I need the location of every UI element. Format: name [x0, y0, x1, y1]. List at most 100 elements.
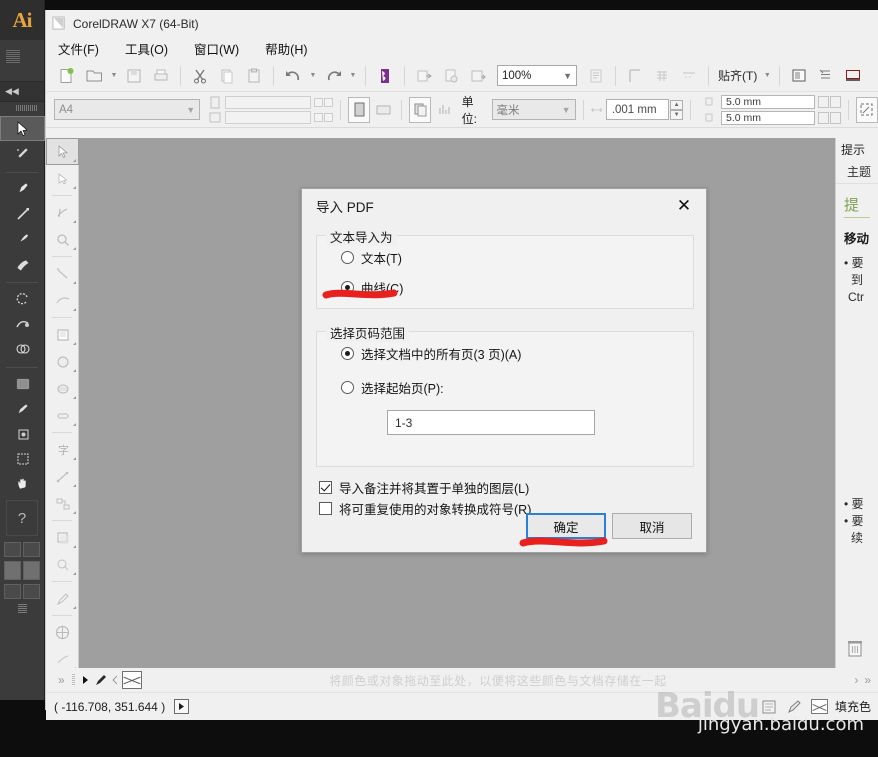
duplicate-y-row[interactable]: 5.0 mm [704, 111, 841, 125]
eyedropper-icon[interactable] [94, 673, 108, 687]
show-grid-button[interactable] [649, 63, 675, 89]
nudge-distance-spinner[interactable]: ▲▼ [670, 100, 683, 120]
edit-page-button[interactable] [856, 97, 878, 123]
print-button[interactable] [148, 63, 174, 89]
line-segment-tool[interactable] [0, 201, 45, 226]
rectangle-tool[interactable] [46, 321, 79, 348]
copy-button[interactable] [214, 63, 240, 89]
toolbar-drag-handle[interactable] [0, 102, 44, 114]
menu-file[interactable]: 文件(F) [56, 38, 101, 59]
page-width-row[interactable] [208, 96, 333, 109]
trash-icon[interactable] [846, 638, 864, 658]
page-width-spinner[interactable] [314, 98, 333, 107]
screen-mode-button[interactable] [0, 601, 44, 617]
shape-builder-tool[interactable] [0, 336, 45, 361]
outline-pen-icon[interactable] [786, 699, 804, 715]
chevron-down-icon[interactable]: ▼ [562, 105, 571, 115]
export-for-web-button[interactable] [438, 63, 464, 89]
drop-shadow-tool[interactable] [46, 524, 79, 551]
fill-swatch-small[interactable] [4, 542, 21, 557]
snap-to-label[interactable]: 贴齐(T) [715, 67, 760, 84]
stroke-swatch-small[interactable] [23, 542, 40, 557]
flyout-arrow-icon[interactable] [73, 423, 76, 426]
paintbrush-tool[interactable] [0, 226, 45, 251]
text-tool[interactable]: 字 [46, 436, 79, 463]
open-recent-chevron-down-icon[interactable]: ▼ [108, 63, 120, 89]
docker-tab-hints[interactable]: 提示 [836, 138, 878, 160]
symbol-sprayer-tool[interactable] [0, 421, 45, 446]
palette-scroll-left-icon[interactable] [110, 673, 120, 687]
undo-button[interactable] [280, 63, 306, 89]
radio-all-pages[interactable]: 选择文档中的所有页(3 页)(A) [341, 344, 521, 363]
portrait-orientation-button[interactable] [348, 97, 370, 123]
page-height-row[interactable] [208, 111, 333, 124]
crop-tool[interactable] [46, 199, 79, 226]
flyout-arrow-icon[interactable] [73, 247, 76, 250]
palette-scroll-right-icon[interactable] [80, 673, 92, 687]
flyout-arrow-icon[interactable] [73, 545, 76, 548]
paper-size-combobox[interactable]: A4 ▼ [54, 99, 200, 120]
flyout-arrow-icon[interactable] [73, 281, 76, 284]
flyout-arrow-icon[interactable] [73, 572, 76, 575]
menu-tools[interactable]: 工具(O) [123, 38, 170, 59]
checkbox-indicator[interactable] [319, 502, 332, 515]
fill-none-swatch[interactable] [811, 699, 828, 714]
paste-button[interactable] [241, 63, 267, 89]
object-manager-button[interactable] [813, 63, 839, 89]
parallel-dimension-tool[interactable] [46, 463, 79, 490]
illustrator-help-button[interactable]: ? [6, 500, 38, 536]
flyout-arrow-icon[interactable] [73, 308, 76, 311]
flyout-arrow-icon[interactable] [73, 220, 76, 223]
collapse-panel-button[interactable]: ◀◀ [0, 82, 44, 102]
menu-help[interactable]: 帮助(H) [263, 38, 309, 59]
palette-more-icon[interactable]: » [864, 673, 871, 687]
warp-tool[interactable] [0, 311, 45, 336]
stroke-swatch[interactable] [23, 561, 40, 580]
show-guidelines-button[interactable] [676, 63, 702, 89]
checkbox-convert-symbols[interactable]: 将可重复使用的对象转换成符号(R) [319, 499, 531, 518]
palette-next-icon[interactable]: › [854, 673, 858, 687]
export-button[interactable] [411, 63, 437, 89]
magic-wand-tool[interactable] [0, 141, 45, 166]
radio-page-range[interactable]: 选择起始页(P): [341, 378, 444, 397]
smart-fill-tool[interactable] [46, 287, 79, 314]
show-rulers-button[interactable] [622, 63, 648, 89]
redo-history-chevron-down-icon[interactable]: ▼ [347, 63, 359, 89]
snap-chevron-down-icon[interactable]: ▼ [761, 63, 773, 89]
ok-button[interactable]: 确定 [526, 513, 606, 539]
pick-tool[interactable] [46, 138, 79, 165]
straight-line-connector-tool[interactable] [46, 490, 79, 517]
polygon-tool[interactable] [46, 375, 79, 402]
corel-connect-button[interactable] [840, 63, 866, 89]
flyout-arrow-icon[interactable] [73, 396, 76, 399]
radio-import-as-text[interactable]: 文本(T) [341, 248, 402, 267]
no-color-swatch[interactable] [122, 671, 142, 689]
color-eyedropper-tool[interactable] [46, 585, 79, 612]
open-document-button[interactable] [81, 63, 107, 89]
gradient-mode-button[interactable] [23, 584, 40, 599]
eyedropper-tool[interactable] [0, 396, 45, 421]
landscape-orientation-button[interactable] [372, 97, 394, 123]
page-height-input[interactable] [225, 111, 311, 124]
menu-window[interactable]: 窗口(W) [192, 38, 241, 59]
redo-button[interactable] [320, 63, 346, 89]
pen-tool[interactable] [0, 176, 45, 201]
duplicate-y-input[interactable]: 5.0 mm [721, 111, 815, 125]
flyout-arrow-icon[interactable] [73, 606, 76, 609]
basic-shapes-tool[interactable] [46, 402, 79, 429]
freehand-tool[interactable] [46, 260, 79, 287]
options-button[interactable] [786, 63, 812, 89]
checkbox-indicator[interactable] [319, 481, 332, 494]
artboard-tool[interactable] [0, 446, 45, 471]
panel-grip[interactable] [0, 40, 44, 82]
chevron-down-icon[interactable]: ▼ [186, 105, 195, 115]
selection-tool[interactable] [0, 116, 45, 141]
new-document-button[interactable] [54, 63, 80, 89]
flyout-arrow-icon[interactable] [73, 342, 76, 345]
flyout-arrow-icon[interactable] [73, 159, 76, 162]
gradient-tool[interactable] [0, 371, 45, 396]
rotate-tool[interactable] [0, 286, 45, 311]
color-mode-row[interactable] [0, 582, 44, 601]
checkbox-import-comments[interactable]: 导入备注并将其置于单独的图层(L) [319, 478, 529, 497]
docker-subtab-topics[interactable]: 主题 [836, 160, 878, 184]
